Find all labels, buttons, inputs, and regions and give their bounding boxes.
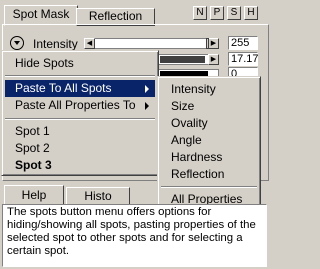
menu-item-spot-1[interactable]: Spot 1 xyxy=(5,123,155,140)
menu-item-spot-3[interactable]: Spot 3 xyxy=(5,157,155,174)
intensity-label: Intensity xyxy=(33,37,78,51)
submenu-item-size[interactable]: Size xyxy=(161,98,257,115)
menu-separator xyxy=(161,186,257,188)
menu-item-spot-2[interactable]: Spot 2 xyxy=(5,140,155,157)
intensity-slider[interactable] xyxy=(84,38,219,49)
tab-spot-mask[interactable]: Spot Mask xyxy=(4,5,78,26)
menu-separator xyxy=(5,118,155,120)
menu-item-label: Paste To All Spots xyxy=(15,81,112,95)
s-button[interactable]: S xyxy=(227,6,241,20)
tab-histo[interactable]: Histo xyxy=(66,187,130,205)
size-value[interactable]: 17.17 xyxy=(228,52,259,66)
submenu-item-ovality[interactable]: Ovality xyxy=(161,115,257,132)
slider-fill xyxy=(160,56,205,63)
submenu-item-intensity[interactable]: Intensity xyxy=(161,81,257,98)
menu-item-paste-all-properties-to[interactable]: Paste All Properties To xyxy=(5,97,155,114)
help-text: The spots button menu offers options for… xyxy=(2,204,267,267)
slider-right-arrow[interactable]: ▶ xyxy=(208,54,219,65)
menu-item-label: Paste All Properties To xyxy=(15,98,136,112)
intensity-value[interactable]: 255 xyxy=(228,36,258,50)
paste-submenu: Intensity Size Ovality Angle Hardness Re… xyxy=(157,76,261,211)
chevron-down-icon xyxy=(14,41,20,45)
submenu-item-angle[interactable]: Angle xyxy=(161,132,257,149)
submenu-item-reflection[interactable]: Reflection xyxy=(161,166,257,183)
spots-menu: Hide Spots Paste To All Spots Paste All … xyxy=(1,50,159,176)
menu-item-hide-spots[interactable]: Hide Spots xyxy=(5,55,155,72)
spots-menu-button[interactable] xyxy=(10,36,24,50)
slider-left-arrow[interactable]: ◀ xyxy=(84,38,95,49)
slider-thumb[interactable] xyxy=(206,38,209,49)
menu-item-paste-to-all-spots[interactable]: Paste To All Spots xyxy=(5,80,155,97)
submenu-item-hardness[interactable]: Hardness xyxy=(161,149,257,166)
menu-separator xyxy=(5,75,155,77)
tab-help[interactable]: Help xyxy=(4,185,64,205)
submenu-arrow-icon xyxy=(145,102,149,110)
n-button[interactable]: N xyxy=(193,6,207,20)
p-button[interactable]: P xyxy=(210,6,224,20)
slider-right-arrow[interactable]: ▶ xyxy=(208,38,219,49)
submenu-arrow-icon xyxy=(145,85,149,93)
h-button[interactable]: H xyxy=(244,6,258,20)
